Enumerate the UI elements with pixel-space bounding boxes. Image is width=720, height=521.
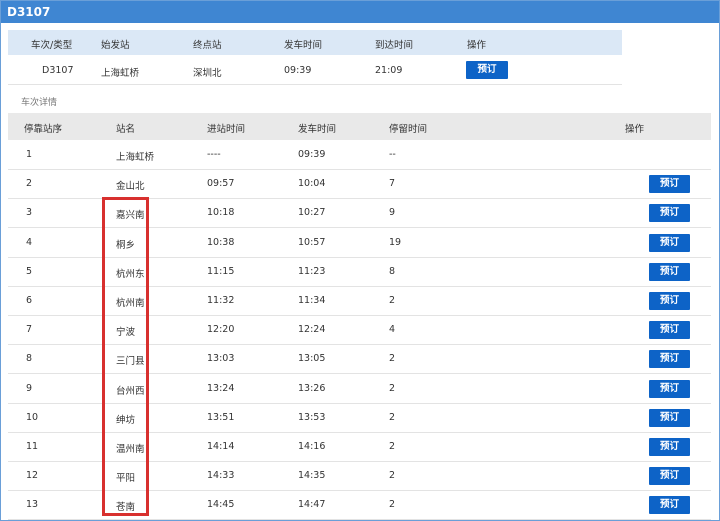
- book-button[interactable]: 预订: [649, 350, 690, 369]
- summary-origin: 上海虹桥: [101, 68, 140, 79]
- book-button[interactable]: 预订: [649, 262, 690, 281]
- row-depart-time: 14:35: [298, 470, 326, 482]
- book-button[interactable]: 预订: [649, 438, 690, 456]
- row-arrive-time: 13:24: [207, 382, 235, 394]
- summary-train-no: D3107: [42, 65, 74, 76]
- summary-header-train: 车次/类型: [31, 40, 73, 51]
- train-title: D3107: [1, 1, 719, 23]
- table-row: 2 金山北 09:57 10:04 7 预订: [8, 169, 711, 200]
- row-stay-time: 8: [389, 265, 396, 277]
- row-depart-time: 14:16: [298, 441, 326, 452]
- row-stay-time: 2: [389, 295, 396, 306]
- row-arrive-time: 10:38: [207, 236, 235, 248]
- row-stay-time: --: [389, 149, 396, 160]
- row-depart-time: 10:57: [298, 236, 326, 248]
- row-depart-time: 13:26: [298, 382, 326, 394]
- row-arrive-time: 12:20: [207, 324, 235, 336]
- row-depart-time: 09:39: [298, 149, 326, 160]
- summary-header-terminal: 终点站: [193, 40, 222, 51]
- row-arrive-time: 14:33: [207, 470, 235, 482]
- row-stay-time: 9: [389, 207, 396, 219]
- row-stay-time: 2: [389, 499, 396, 511]
- row-arrive-time: 14:45: [207, 499, 235, 511]
- row-seq: 7: [26, 324, 33, 336]
- detail-header-depart: 发车时间: [298, 124, 337, 135]
- summary-book-button[interactable]: 预订: [466, 61, 508, 79]
- row-stay-time: 2: [389, 441, 396, 452]
- row-station: 上海虹桥: [116, 152, 155, 163]
- row-stay-time: 4: [389, 324, 396, 336]
- row-arrive-time: 09:57: [207, 178, 235, 190]
- summary-header-origin: 始发站: [101, 40, 130, 51]
- row-seq: 6: [26, 295, 33, 306]
- row-depart-time: 10:04: [298, 178, 326, 190]
- detail-header-station: 站名: [116, 124, 136, 135]
- summary-arrive-time: 21:09: [375, 65, 403, 76]
- summary-terminal: 深圳北: [193, 68, 222, 79]
- book-button[interactable]: 预订: [649, 175, 690, 194]
- book-button[interactable]: 预订: [649, 204, 690, 223]
- row-seq: 3: [26, 207, 33, 219]
- summary-header: 车次/类型 始发站 终点站 发车时间 到达时间 操作: [8, 30, 622, 55]
- row-seq: 10: [26, 411, 39, 423]
- row-seq: 11: [26, 441, 39, 452]
- row-arrive-time: ----: [207, 149, 221, 160]
- row-seq: 13: [26, 499, 39, 511]
- book-button[interactable]: 预订: [649, 292, 690, 310]
- row-seq: 5: [26, 265, 33, 277]
- row-arrive-time: 10:18: [207, 207, 235, 219]
- row-depart-time: 11:34: [298, 295, 326, 306]
- summary-header-action: 操作: [467, 40, 487, 51]
- detail-header-action: 操作: [625, 124, 645, 135]
- row-depart-time: 14:47: [298, 499, 326, 511]
- book-button[interactable]: 预订: [649, 408, 690, 427]
- row-stay-time: 2: [389, 382, 396, 394]
- book-button[interactable]: 预订: [649, 379, 690, 398]
- book-button[interactable]: 预订: [649, 467, 690, 486]
- row-depart-time: 12:24: [298, 324, 326, 336]
- row-stay-time: 7: [389, 178, 396, 190]
- row-stay-time: 19: [389, 236, 402, 248]
- row-depart-time: 13:05: [298, 353, 326, 365]
- train-detail-window: D3107 车次/类型 始发站 终点站 发车时间 到达时间 操作 D3107 上…: [0, 0, 720, 521]
- row-arrive-time: 13:51: [207, 411, 235, 423]
- row-station: 金山北: [116, 181, 145, 193]
- summary-depart-time: 09:39: [284, 65, 312, 76]
- row-stay-time: 2: [389, 470, 396, 482]
- summary-header-depart: 发车时间: [284, 40, 323, 51]
- row-arrive-time: 13:03: [207, 353, 235, 365]
- detail-header-stay: 停留时间: [389, 124, 428, 135]
- row-seq: 12: [26, 470, 39, 482]
- row-depart-time: 10:27: [298, 207, 326, 219]
- summary-row: D3107 上海虹桥 深圳北 09:39 21:09 预订: [8, 56, 622, 85]
- row-arrive-time: 14:14: [207, 441, 235, 452]
- table-row: 1 上海虹桥 ---- 09:39 --: [8, 140, 711, 170]
- detail-header-seq: 停靠站序: [24, 124, 63, 135]
- summary-header-arrive: 到达时间: [375, 40, 414, 51]
- row-seq: 1: [26, 149, 33, 160]
- row-depart-time: 11:23: [298, 265, 326, 277]
- book-button[interactable]: 预订: [649, 233, 690, 252]
- detail-header-arrive: 进站时间: [207, 124, 246, 135]
- row-arrive-time: 11:15: [207, 265, 235, 277]
- section-label: 车次详情: [21, 98, 58, 108]
- book-button[interactable]: 预订: [649, 496, 690, 515]
- row-stay-time: 2: [389, 411, 396, 423]
- row-stay-time: 2: [389, 353, 396, 365]
- row-seq: 4: [26, 236, 33, 248]
- station-highlight-box: [102, 197, 149, 516]
- row-seq: 2: [26, 178, 33, 190]
- book-button[interactable]: 预订: [649, 321, 690, 340]
- row-depart-time: 13:53: [298, 411, 326, 423]
- row-arrive-time: 11:32: [207, 295, 235, 306]
- row-seq: 9: [26, 382, 33, 394]
- row-seq: 8: [26, 353, 33, 365]
- detail-header: 停靠站序 站名 进站时间 发车时间 停留时间 操作: [8, 113, 711, 140]
